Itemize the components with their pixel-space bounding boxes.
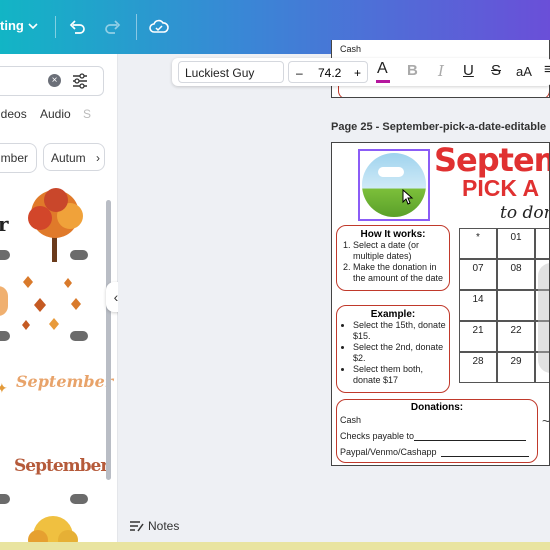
decrease-size-button[interactable]: – bbox=[296, 62, 303, 84]
premium-crown-icon bbox=[70, 331, 88, 341]
toolbar-divider bbox=[55, 16, 56, 38]
strikethrough-button[interactable]: S bbox=[491, 62, 501, 79]
premium-crown-icon bbox=[0, 494, 10, 504]
font-family-select[interactable]: Luckiest Guy bbox=[178, 61, 284, 83]
checks-label: Checks payable to bbox=[340, 431, 415, 441]
panel-scrollbar[interactable] bbox=[106, 200, 111, 480]
fill-line bbox=[441, 456, 529, 457]
letter-case-button[interactable]: aA bbox=[516, 64, 532, 79]
filter-icon[interactable] bbox=[71, 72, 89, 90]
example-heading: Example: bbox=[370, 309, 416, 320]
search-input[interactable]: × bbox=[0, 66, 104, 96]
chevron-right-icon[interactable]: › bbox=[96, 144, 100, 172]
notes-button[interactable]: Notes bbox=[148, 519, 179, 533]
redo-icon[interactable] bbox=[103, 17, 123, 37]
date-cell[interactable]: 01 bbox=[497, 228, 535, 259]
list-item: Select a date (or multiple dates) bbox=[353, 240, 449, 262]
clear-search-icon[interactable]: × bbox=[48, 74, 61, 87]
falling-leaves-sticker[interactable] bbox=[18, 268, 90, 338]
font-size-value[interactable]: 74.2 bbox=[318, 62, 341, 84]
elements-panel: × ideos Audio S mber Autum › r ✦ Septembe… bbox=[0, 54, 118, 544]
donations-box[interactable]: Donations: Cash Checks payable to Paypal… bbox=[336, 399, 538, 463]
paypal-label: Paypal/Venmo/Cashapp bbox=[340, 447, 437, 457]
bottom-strip bbox=[0, 542, 550, 550]
resize-menu-label[interactable]: ting bbox=[0, 18, 24, 33]
date-cell[interactable]: 07 bbox=[459, 259, 497, 290]
cash-label: Cash bbox=[340, 415, 362, 425]
decorative-squiggle-icon: ~ bbox=[542, 413, 550, 429]
undo-icon[interactable] bbox=[67, 17, 87, 37]
how-it-works-heading: How It works: bbox=[360, 229, 426, 240]
date-cell[interactable]: * bbox=[459, 228, 497, 259]
date-cell[interactable]: 29 bbox=[497, 352, 535, 383]
align-icon[interactable]: ≡ bbox=[544, 61, 550, 78]
donations-box bbox=[338, 84, 549, 97]
cloud-shape bbox=[378, 167, 404, 177]
premium-crown-icon bbox=[70, 250, 88, 260]
tab-more[interactable]: S bbox=[83, 107, 91, 121]
sticker-september-retro[interactable]: September bbox=[14, 456, 109, 476]
sticker-september-script[interactable]: September bbox=[16, 372, 113, 391]
chip-september[interactable]: mber bbox=[0, 143, 37, 173]
increase-size-button[interactable]: + bbox=[354, 62, 361, 84]
how-it-works-box[interactable]: How It works: Select a date (or multiple… bbox=[336, 225, 450, 291]
date-cell[interactable] bbox=[497, 290, 535, 321]
date-cell[interactable]: 08 bbox=[497, 259, 535, 290]
bold-button[interactable]: B bbox=[407, 62, 418, 79]
chip-label: mber bbox=[0, 151, 28, 165]
date-cell[interactable]: 28 bbox=[459, 352, 497, 383]
toolbar-divider bbox=[136, 14, 137, 40]
design-page[interactable]: Septem PICK A to don How It works: Selec… bbox=[331, 142, 550, 466]
donations-heading: Donations: bbox=[410, 402, 464, 413]
chip-label: Autum bbox=[51, 151, 86, 165]
landscape-image[interactable] bbox=[362, 153, 426, 217]
title-september[interactable]: Septem bbox=[434, 143, 549, 179]
italic-button[interactable]: I bbox=[438, 62, 444, 80]
date-cell[interactable]: 14 bbox=[459, 290, 497, 321]
premium-crown-icon bbox=[0, 250, 10, 260]
premium-crown-icon bbox=[0, 331, 10, 341]
autumn-tree-sticker[interactable] bbox=[20, 512, 86, 544]
tab-audio[interactable]: Audio bbox=[40, 107, 71, 121]
text-format-toolbar: Luckiest Guy – 74.2 + A B I U S aA ≡ bbox=[172, 58, 550, 86]
chevron-down-icon[interactable] bbox=[28, 22, 38, 30]
page-label[interactable]: Page 25 - September-pick-a-date-editable bbox=[331, 121, 546, 133]
font-size-stepper[interactable]: – 74.2 + bbox=[288, 61, 368, 83]
text-color-swatch bbox=[376, 80, 390, 83]
date-cell[interactable] bbox=[535, 228, 549, 259]
list-item: Select the 15th, donate $15. bbox=[353, 320, 449, 342]
cloud-save-icon[interactable] bbox=[148, 16, 170, 38]
text-color-button[interactable]: A bbox=[377, 60, 388, 78]
fill-line bbox=[414, 440, 526, 441]
list-item: Make the donation in the amount of the d… bbox=[353, 262, 449, 284]
title-pick-a-date[interactable]: PICK A bbox=[462, 175, 539, 202]
title-to-donate[interactable]: to don bbox=[500, 203, 549, 223]
list-item: Select them both, donate $17 bbox=[353, 364, 449, 386]
bottom-bar: Notes bbox=[118, 512, 550, 542]
notes-icon[interactable] bbox=[129, 519, 145, 533]
date-cell[interactable]: 21 bbox=[459, 321, 497, 352]
underline-button[interactable]: U bbox=[463, 62, 474, 79]
tab-videos[interactable]: ideos bbox=[0, 107, 27, 121]
chip-autumn[interactable]: Autum › bbox=[43, 143, 105, 171]
date-cell[interactable]: 22 bbox=[497, 321, 535, 352]
faded-graphic bbox=[538, 263, 549, 373]
sticker-lettering[interactable]: r bbox=[0, 212, 9, 236]
selected-image-frame[interactable] bbox=[358, 149, 430, 221]
leaf-sticker[interactable]: ✦ bbox=[0, 380, 8, 397]
example-box[interactable]: Example: Select the 15th, donate $15. Se… bbox=[336, 305, 450, 393]
cash-label: Cash bbox=[340, 44, 362, 54]
pumpkin-sticker[interactable] bbox=[0, 286, 8, 316]
list-item: Select the 2nd, donate $2. bbox=[353, 342, 449, 364]
mouse-cursor-icon bbox=[402, 189, 414, 205]
premium-crown-icon bbox=[70, 494, 88, 504]
